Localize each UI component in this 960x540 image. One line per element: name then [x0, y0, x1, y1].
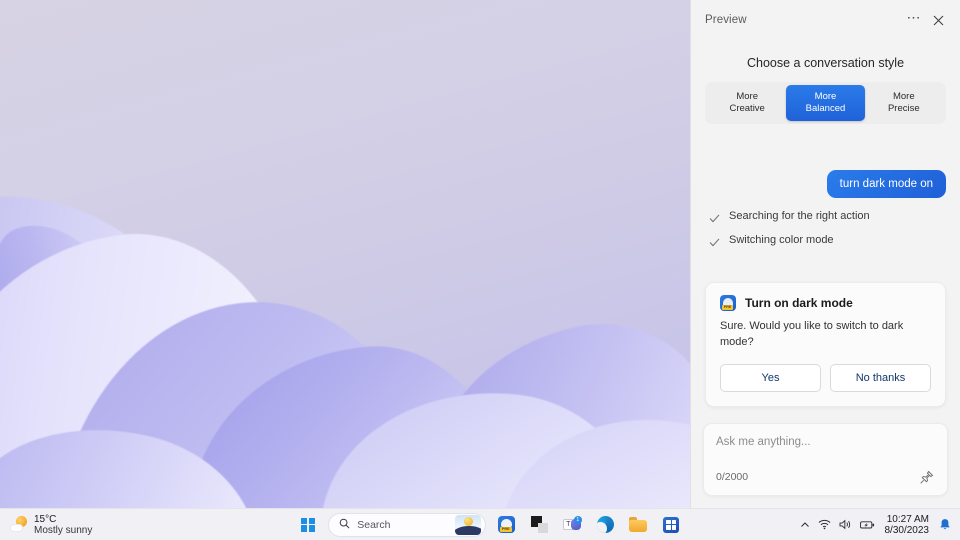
panel-body: Choose a conversation style More Creativ… [691, 40, 960, 423]
panel-header: Preview ⋯ [691, 0, 960, 40]
volume-icon[interactable] [839, 519, 852, 530]
check-icon [709, 211, 720, 222]
search-icon [339, 516, 350, 534]
ellipsis-icon[interactable]: ⋯ [902, 5, 926, 35]
battery-icon[interactable] [860, 520, 875, 530]
clock-time: 10:27 AM [885, 514, 930, 525]
style-option-more-precise[interactable]: More Precise [865, 85, 943, 121]
composer-wrapper: Ask me anything... 0/2000 [691, 423, 960, 508]
panel-title: Preview [705, 14, 902, 26]
progress-step-label: Searching for the right action [729, 210, 870, 222]
edge-browser-icon[interactable] [592, 512, 618, 538]
progress-step-label: Switching color mode [729, 234, 834, 246]
weather-widget[interactable]: 15°C Mostly sunny [0, 514, 180, 536]
check-icon [709, 235, 720, 246]
chat-input[interactable]: Ask me anything... [716, 436, 935, 460]
user-message-bubble: turn dark mode on [827, 170, 946, 198]
system-tray: 10:27 AM 8/30/2023 [800, 514, 960, 536]
composer-footer: 0/2000 [716, 468, 935, 486]
windows-start-icon[interactable] [295, 512, 321, 538]
search-placeholder: Search [357, 519, 448, 531]
app-badge-label: PRE [500, 527, 512, 532]
user-message-row: turn dark mode on [705, 170, 946, 198]
landscape-thumbnail [455, 515, 481, 535]
card-body-text: Sure. Would you like to switch to dark m… [720, 319, 931, 350]
wifi-icon[interactable] [818, 519, 831, 530]
progress-step: Switching color mode [705, 234, 946, 246]
character-counter: 0/2000 [716, 471, 917, 483]
bell-icon[interactable] [939, 518, 951, 531]
card-actions: Yes No thanks [720, 364, 931, 392]
conversation-style-heading: Choose a conversation style [705, 56, 946, 70]
desktop-wallpaper[interactable] [0, 0, 690, 508]
search-input[interactable]: Search [328, 513, 486, 537]
screen: Preview ⋯ Choose a conversation style Mo… [0, 0, 960, 540]
clock-date: 8/30/2023 [885, 525, 930, 536]
microsoft-store-icon[interactable] [658, 512, 684, 538]
assistant-side-panel: Preview ⋯ Choose a conversation style Mo… [690, 0, 960, 508]
weather-temperature: 15°C [34, 514, 92, 525]
weather-text: 15°C Mostly sunny [34, 514, 92, 536]
yes-button[interactable]: Yes [720, 364, 821, 392]
composer[interactable]: Ask me anything... 0/2000 [703, 423, 948, 496]
style-option-more-balanced[interactable]: More Balanced [786, 85, 864, 121]
weather-condition: Mostly sunny [34, 525, 92, 536]
chat-transcript: turn dark mode on Searching for the righ… [705, 170, 946, 407]
progress-step: Searching for the right action [705, 210, 946, 222]
taskbar-center: Search PRE T 1 [180, 512, 800, 538]
dark-mode-action-card: PRE Turn on dark mode Sure. Would you li… [705, 282, 946, 407]
file-explorer-icon[interactable] [625, 512, 651, 538]
conversation-style-group: More Creative More Balanced More Precise [705, 82, 946, 124]
style-option-more-creative[interactable]: More Creative [708, 85, 786, 121]
no-thanks-button[interactable]: No thanks [830, 364, 931, 392]
card-header: PRE Turn on dark mode [720, 295, 931, 311]
app-icon: PRE [720, 295, 736, 311]
close-icon[interactable] [926, 8, 950, 32]
teams-badge-count: 1 [574, 516, 582, 524]
terminal-app-icon[interactable] [526, 512, 552, 538]
card-title: Turn on dark mode [745, 296, 853, 310]
clock[interactable]: 10:27 AM 8/30/2023 [883, 514, 932, 536]
preview-app-icon[interactable]: PRE [493, 512, 519, 538]
app-icon-badge: PRE [722, 305, 733, 310]
sun-cloud-icon [10, 516, 27, 533]
teams-app-icon[interactable]: T 1 [559, 512, 585, 538]
taskbar: 15°C Mostly sunny Search [0, 508, 960, 540]
chevron-up-icon[interactable] [800, 520, 810, 530]
pin-icon[interactable] [917, 468, 935, 486]
